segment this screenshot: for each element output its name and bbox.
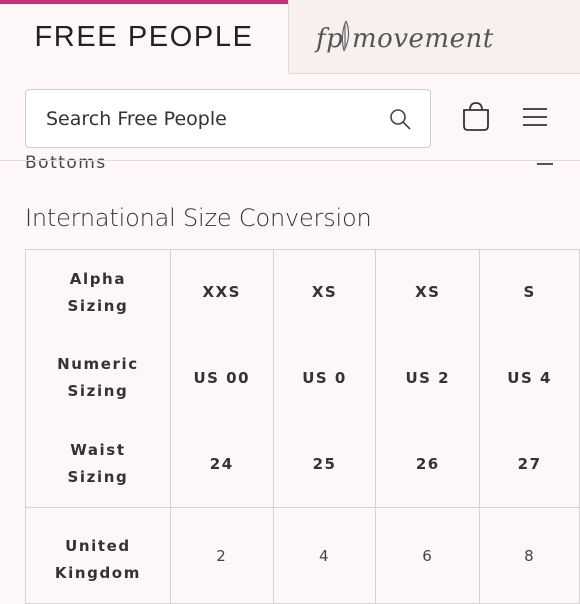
numeric-value: US 00 — [193, 368, 251, 387]
uk-value: 8 — [524, 547, 536, 565]
numeric-value: US 2 — [405, 368, 451, 387]
uk-value-cell: 4 — [272, 507, 377, 604]
waist-value: 27 — [517, 454, 542, 473]
alpha-sizing-label: Alpha Sizing — [67, 269, 129, 315]
page-title: International Size Conversion — [25, 204, 372, 232]
alpha-value: XXS — [202, 283, 241, 302]
uk-value: 2 — [216, 547, 228, 565]
section-label: Bottoms — [25, 153, 107, 173]
numeric-value: US 4 — [507, 368, 552, 387]
size-column: S US 4 27 — [479, 249, 580, 508]
collapse-icon[interactable] — [537, 163, 553, 165]
uk-value-cell: 6 — [375, 507, 481, 604]
search-input[interactable] — [46, 90, 376, 147]
waist-value: 24 — [209, 454, 234, 473]
uk-label-cell: United Kingdom — [25, 507, 171, 604]
header-divider — [0, 160, 580, 161]
bag-icon[interactable] — [461, 100, 491, 132]
waist-sizing-label: Waist Sizing — [67, 441, 129, 487]
numeric-value: US 0 — [302, 368, 347, 387]
table-row: Alpha Sizing Numeric Sizing Waist Sizing… — [25, 249, 580, 508]
uk-value: 6 — [422, 547, 434, 565]
menu-icon[interactable] — [521, 106, 549, 128]
alpha-value: S — [523, 283, 536, 302]
size-column: XS US 2 26 — [375, 249, 481, 508]
alpha-value: XS — [311, 283, 338, 302]
fp-movement-script: fp movement — [314, 20, 494, 54]
free-people-logo: FREE PEOPLE — [34, 20, 254, 53]
search-box[interactable] — [25, 89, 431, 148]
uk-value-cell: 2 — [169, 507, 274, 604]
uk-value-cell: 8 — [479, 507, 580, 604]
size-conversion-table: Alpha Sizing Numeric Sizing Waist Sizing… — [25, 249, 580, 604]
tab-fp-movement[interactable]: fp movement — [288, 0, 580, 74]
fp-movement-text: fp movement — [314, 24, 494, 54]
uk-value: 4 — [319, 547, 331, 565]
united-kingdom-label: United Kingdom — [54, 536, 141, 582]
search-icon[interactable] — [388, 107, 412, 131]
alpha-value: XS — [415, 283, 441, 302]
row-labels-cell: Alpha Sizing Numeric Sizing Waist Sizing — [25, 249, 171, 508]
numeric-sizing-label: Numeric Sizing — [57, 355, 139, 401]
size-column: XS US 0 25 — [272, 249, 377, 508]
fp-movement-logo: fp movement — [310, 11, 560, 63]
waist-value: 25 — [312, 454, 337, 473]
table-row: United Kingdom 2 4 6 8 — [25, 507, 580, 604]
brand-tabs: FREE PEOPLE fp movement — [0, 0, 580, 74]
size-column: XXS US 00 24 — [169, 249, 274, 508]
tab-free-people[interactable]: FREE PEOPLE — [0, 0, 288, 74]
section-bottoms[interactable]: Bottoms — [25, 153, 555, 177]
waist-value: 26 — [415, 454, 440, 473]
